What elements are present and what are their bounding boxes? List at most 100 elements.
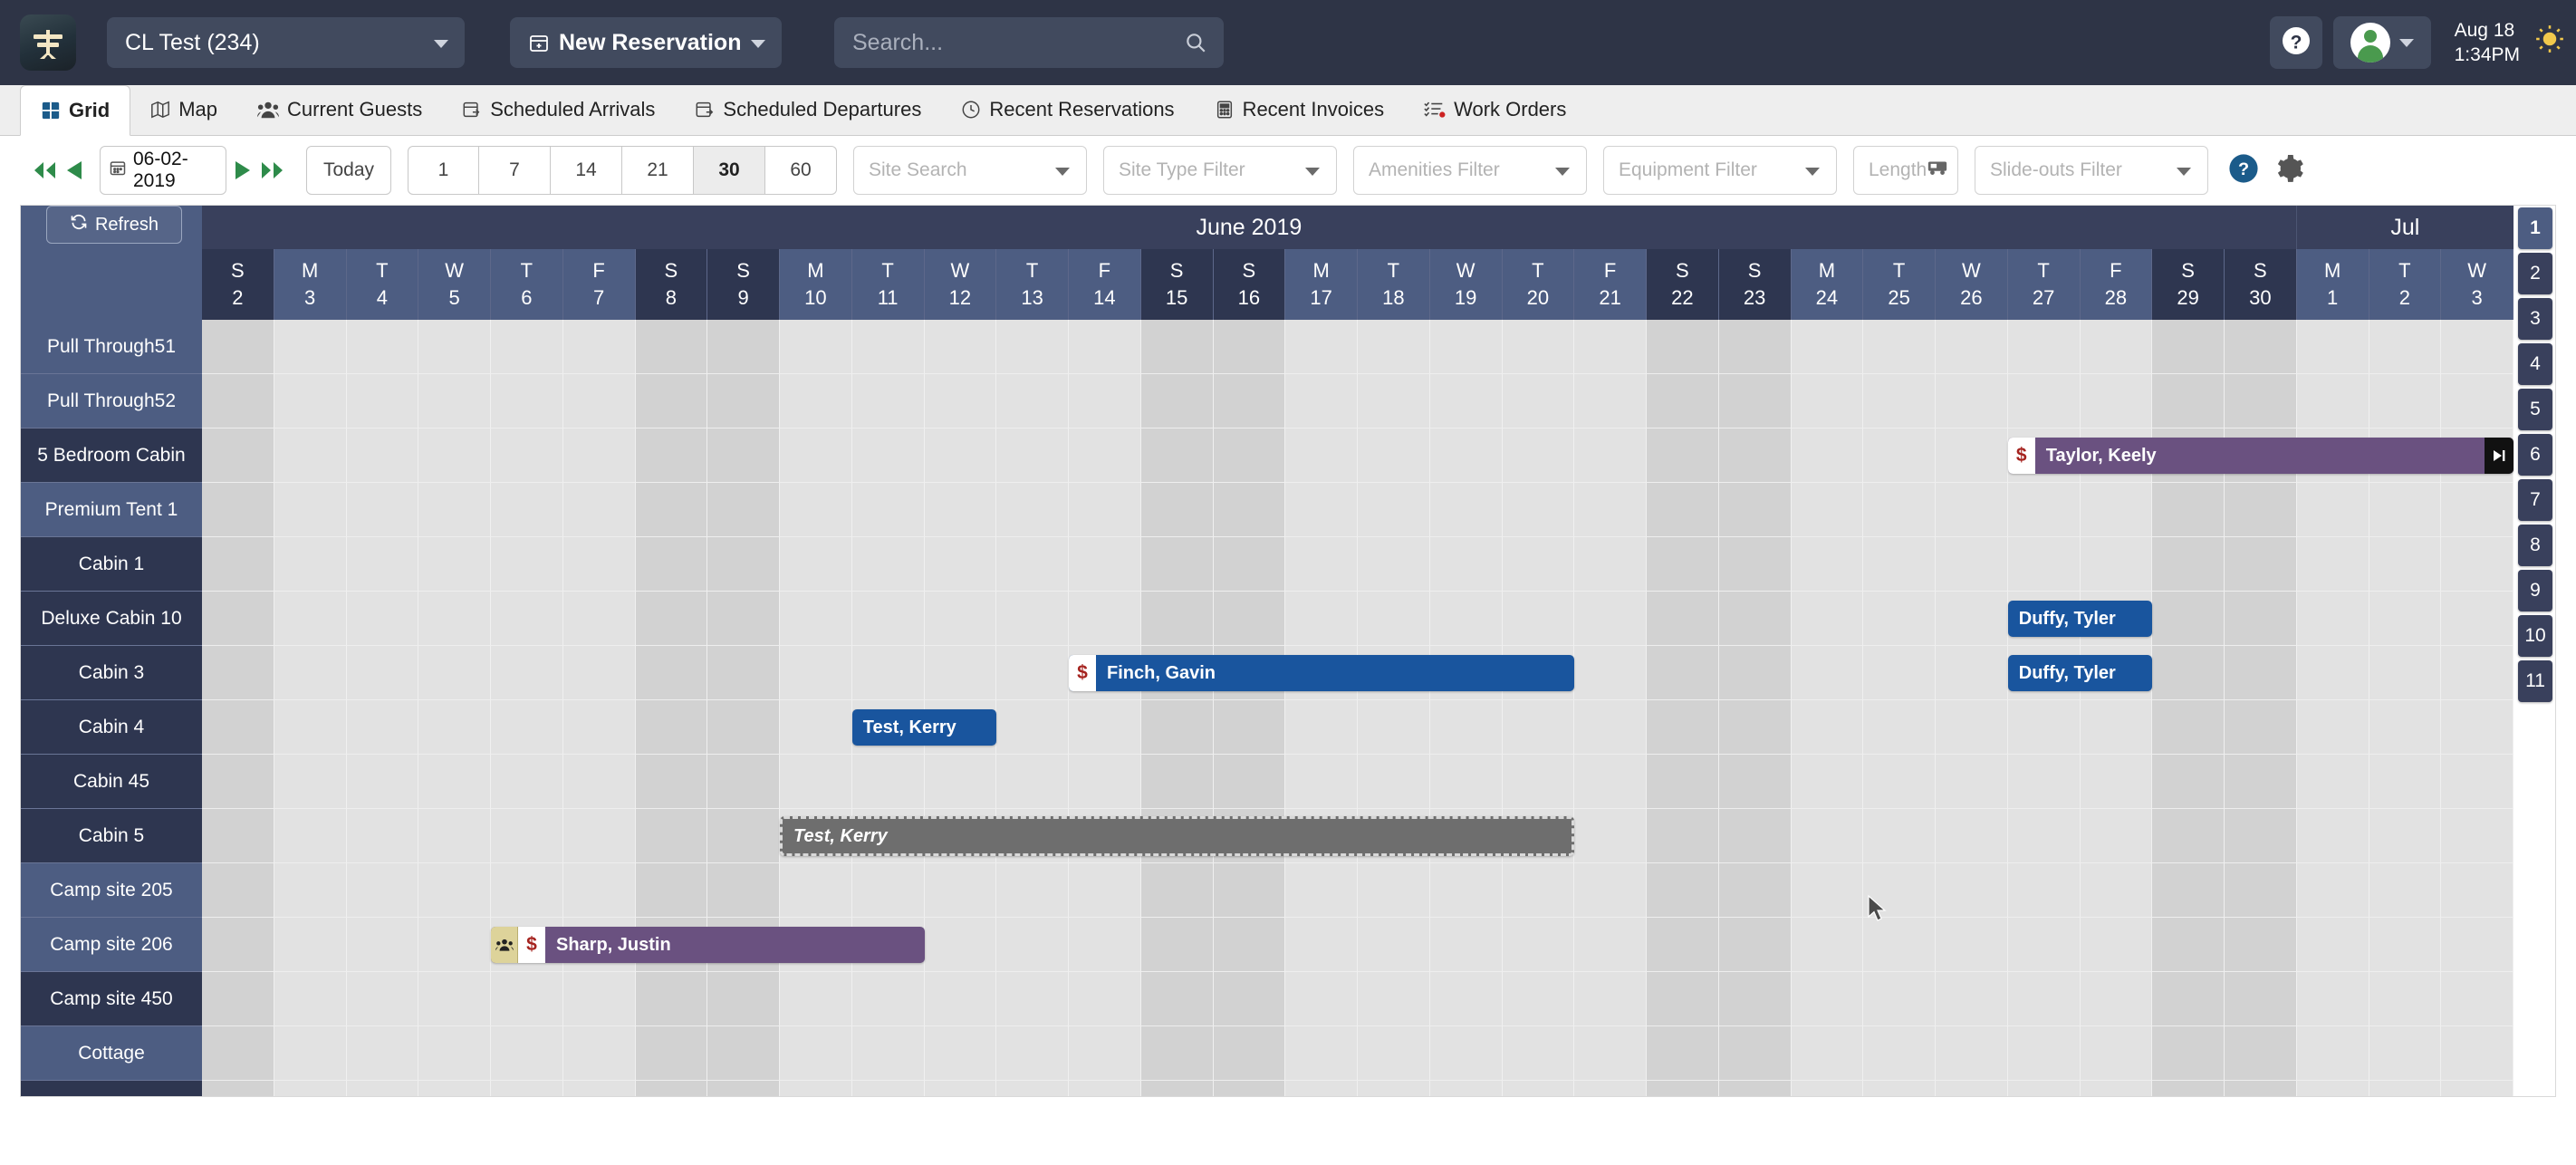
grid-cell[interactable] xyxy=(562,1026,636,1081)
grid-cell[interactable] xyxy=(2441,755,2514,809)
grid-cell[interactable] xyxy=(2080,972,2153,1026)
grid-cell[interactable] xyxy=(1285,755,1358,809)
grid-cell[interactable] xyxy=(1213,1026,1286,1081)
grid-cell[interactable] xyxy=(1936,1026,2008,1081)
grid-cell[interactable] xyxy=(2369,483,2442,537)
grid-cell[interactable] xyxy=(491,972,563,1026)
grid-cell[interactable] xyxy=(2152,374,2225,428)
grid-cell[interactable] xyxy=(346,700,419,755)
grid-cell[interactable] xyxy=(2080,537,2153,592)
grid-cell[interactable] xyxy=(418,1081,491,1096)
grid-cell[interactable] xyxy=(346,1081,419,1096)
grid-cell[interactable] xyxy=(1069,537,1141,592)
grid-cell[interactable] xyxy=(924,428,997,483)
grid-cell[interactable] xyxy=(2296,1081,2369,1096)
grid-cell[interactable] xyxy=(851,320,925,374)
mini-date-item[interactable]: 5 xyxy=(2518,389,2552,430)
grid-cell[interactable] xyxy=(780,700,852,755)
grid-cell[interactable] xyxy=(1140,863,1214,918)
grid-cell[interactable] xyxy=(1936,1081,2008,1096)
grid-cell[interactable] xyxy=(2369,918,2442,972)
search-input[interactable]: Search... xyxy=(834,17,1224,68)
mini-date-item[interactable]: 11 xyxy=(2518,660,2552,702)
mini-date-item[interactable]: 9 xyxy=(2518,570,2552,611)
grid-cell[interactable] xyxy=(2007,863,2081,918)
grid-cell[interactable] xyxy=(780,320,852,374)
reservation-bar[interactable]: Test, Kerry xyxy=(780,816,1575,856)
grid-cell[interactable] xyxy=(635,374,708,428)
help-circle-icon[interactable]: ? xyxy=(2228,153,2259,188)
grid-cell[interactable] xyxy=(418,972,491,1026)
grid-cell[interactable] xyxy=(1863,374,1936,428)
grid-cell[interactable] xyxy=(851,483,925,537)
grid-cell[interactable] xyxy=(1502,374,1575,428)
grid-cell[interactable] xyxy=(1647,646,1719,700)
grid-cell[interactable] xyxy=(1429,374,1503,428)
grid-cell[interactable] xyxy=(1791,320,1864,374)
grid-cell[interactable] xyxy=(2152,320,2225,374)
grid-cell[interactable] xyxy=(635,483,708,537)
grid-cell[interactable] xyxy=(1936,700,2008,755)
grid-cell[interactable] xyxy=(635,428,708,483)
grid-cell[interactable] xyxy=(418,863,491,918)
grid-cell[interactable] xyxy=(2225,918,2297,972)
grid-cell[interactable] xyxy=(996,1026,1069,1081)
grid-cell[interactable] xyxy=(2007,755,2081,809)
grid-cell[interactable] xyxy=(2441,700,2514,755)
grid-cell[interactable] xyxy=(562,700,636,755)
help-button[interactable]: ? xyxy=(2270,16,2322,69)
day-range-1[interactable]: 1 xyxy=(408,146,479,195)
grid-cell[interactable] xyxy=(2152,700,2225,755)
day-range-21[interactable]: 21 xyxy=(622,146,694,195)
grid-cell[interactable] xyxy=(1213,863,1286,918)
grid-cell[interactable] xyxy=(1358,755,1430,809)
grid-cell[interactable] xyxy=(2080,918,2153,972)
grid-cell[interactable] xyxy=(1140,320,1214,374)
grid-cell[interactable] xyxy=(1069,374,1141,428)
grid-cell[interactable] xyxy=(2007,972,2081,1026)
grid-cell[interactable] xyxy=(1574,918,1647,972)
grid-cell[interactable] xyxy=(2080,755,2153,809)
grid-cell[interactable] xyxy=(1936,809,2008,863)
grid-cell[interactable] xyxy=(2007,1081,2081,1096)
grid-cell[interactable] xyxy=(202,918,274,972)
grid-cell[interactable] xyxy=(562,483,636,537)
grid-cell[interactable] xyxy=(1140,374,1214,428)
grid-cell[interactable] xyxy=(1718,809,1792,863)
tab-work-orders[interactable]: Work Orders xyxy=(1404,84,1586,135)
grid-cell[interactable] xyxy=(346,483,419,537)
grid-cell[interactable] xyxy=(1647,700,1719,755)
grid-cell[interactable] xyxy=(1502,863,1575,918)
grid-cell[interactable] xyxy=(2080,809,2153,863)
grid-cell[interactable] xyxy=(635,537,708,592)
grid-cell[interactable] xyxy=(1936,483,2008,537)
grid-cell[interactable] xyxy=(924,646,997,700)
grid-cell[interactable] xyxy=(635,1026,708,1081)
grid-cell[interactable] xyxy=(418,374,491,428)
grid-cell[interactable] xyxy=(707,1026,780,1081)
grid-cell[interactable] xyxy=(491,483,563,537)
grid-cell[interactable] xyxy=(924,483,997,537)
grid-cell[interactable] xyxy=(274,428,347,483)
grid-cell[interactable] xyxy=(1936,320,2008,374)
grid-cell[interactable] xyxy=(274,592,347,646)
grid-cell[interactable] xyxy=(1647,1081,1719,1096)
grid-cell[interactable] xyxy=(2152,809,2225,863)
grid-cell[interactable] xyxy=(202,755,274,809)
reservation-bar[interactable]: $ Finch, Gavin xyxy=(1069,655,1575,691)
grid-cell[interactable] xyxy=(2441,320,2514,374)
amenities-filter[interactable]: Amenities Filter xyxy=(1353,146,1587,195)
grid-cell[interactable] xyxy=(274,646,347,700)
grid-cell[interactable] xyxy=(202,809,274,863)
grid-cell[interactable] xyxy=(2152,1081,2225,1096)
grid-cell[interactable] xyxy=(1358,918,1430,972)
grid-cell[interactable] xyxy=(1574,483,1647,537)
grid-cell[interactable] xyxy=(996,1081,1069,1096)
grid-cell[interactable] xyxy=(562,592,636,646)
grid-cell[interactable] xyxy=(924,755,997,809)
grid-cell[interactable] xyxy=(996,700,1069,755)
grid-cell[interactable] xyxy=(2225,809,2297,863)
grid-cell[interactable] xyxy=(1936,592,2008,646)
grid-cell[interactable] xyxy=(2080,320,2153,374)
grid-cell[interactable] xyxy=(202,863,274,918)
